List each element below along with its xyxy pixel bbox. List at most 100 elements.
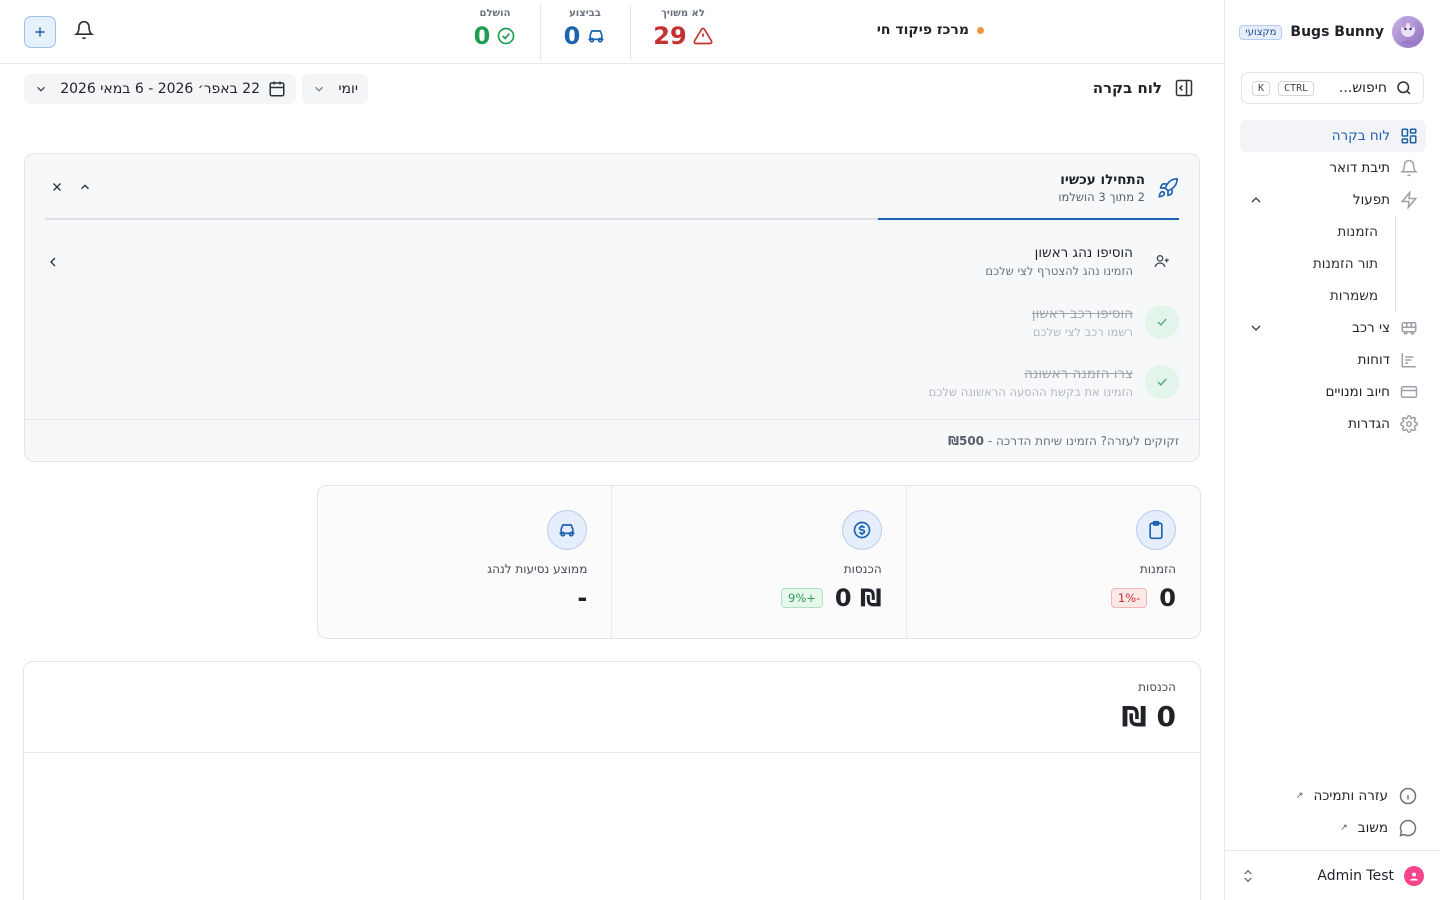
sidebar-footer-links: עזרה ותמיכה ↗ משוב ↗ bbox=[1240, 780, 1426, 844]
chevron-down-icon bbox=[312, 82, 326, 96]
onboarding-progress-fill bbox=[878, 218, 1179, 220]
sidebar-item-inbox[interactable]: תיבת דואר bbox=[1240, 152, 1426, 184]
sidebar-item-billing[interactable]: חיוב ומנויים bbox=[1240, 376, 1426, 408]
kpi-label: הכנסות bbox=[843, 562, 882, 576]
check-icon bbox=[1145, 305, 1179, 339]
external-link-icon: ↗ bbox=[1340, 823, 1348, 833]
period-select[interactable]: יומי bbox=[302, 74, 368, 104]
sidebar-item-dashboard[interactable]: לוח בקרה bbox=[1240, 120, 1426, 152]
step-text: צרו הזמנה ראשונה הזמינו את בקשת ההסעה הר… bbox=[929, 366, 1133, 399]
footer-text: זקוקים לעזרה? הזמינו שיחת הדרכה - bbox=[987, 433, 1179, 448]
bus-icon bbox=[1400, 319, 1418, 337]
kbd-ctrl: CTRL bbox=[1278, 80, 1315, 96]
info-icon bbox=[1398, 786, 1418, 806]
kpi-orders[interactable]: הזמנות 0 -1% bbox=[905, 486, 1200, 638]
step-desc: הזמינו נהג להצטרף לצי שלכם bbox=[985, 263, 1133, 278]
feedback-label: משוב bbox=[1357, 820, 1388, 836]
sidebar-item-label: דוחות bbox=[1357, 352, 1390, 368]
onboarding-step-vehicle: הוסיפו רכב ראשון רשמו רכב לצי שלכם bbox=[1032, 305, 1179, 339]
step-text: הוסיפו נהג ראשון הזמינו נהג להצטרף לצי ש… bbox=[985, 245, 1133, 278]
chevron-down-icon bbox=[34, 82, 48, 96]
search-input[interactable]: חיפוש... CTRL K bbox=[1241, 72, 1424, 104]
credit-card-icon bbox=[1400, 383, 1418, 401]
page-title: לוח בקרה bbox=[1092, 79, 1162, 97]
sidebar-item-fleet[interactable]: צי רכב bbox=[1240, 312, 1426, 344]
kpi-label: הזמנות bbox=[1139, 562, 1176, 576]
user-name: Admin Test bbox=[1317, 867, 1394, 884]
onboarding-card: התחילו עכשיו 2 מתוך 3 הושלמו הוסיפו נהג … bbox=[24, 153, 1200, 462]
add-button[interactable] bbox=[24, 16, 56, 48]
sidebar-toggle-icon[interactable] bbox=[1174, 78, 1194, 98]
chevron-down-icon[interactable] bbox=[1248, 320, 1264, 336]
kpi-value: 0 bbox=[1159, 584, 1176, 612]
bell-icon bbox=[74, 20, 96, 40]
sidebar-item-orders[interactable]: הזמנות bbox=[1240, 216, 1426, 248]
stat-value-row: 0 bbox=[540, 22, 630, 50]
command-center-label: מרכז פיקוד חי bbox=[876, 22, 969, 38]
sidebar-item-label: חיוב ומנויים bbox=[1325, 384, 1390, 400]
onboarding-title: התחילו עכשיו bbox=[1060, 172, 1145, 188]
collapse-button[interactable] bbox=[78, 180, 92, 194]
workspace-switcher[interactable]: Bugs Bunny מקצועי bbox=[1239, 16, 1424, 48]
date-range-picker[interactable]: 22 באפר׳ 2026 - 6 במאי 2026 bbox=[24, 74, 296, 104]
stat-label: לא משויך bbox=[661, 8, 705, 19]
kpi-cards: הזמנות 0 -1% הכנסות ₪ 0 +9% ממוצע נסיעות… bbox=[317, 485, 1201, 639]
chevron-left-icon[interactable] bbox=[45, 254, 61, 270]
close-button[interactable] bbox=[50, 180, 64, 194]
user-menu[interactable]: Admin Test bbox=[1224, 850, 1440, 900]
car-icon bbox=[547, 510, 588, 550]
feedback-link[interactable]: משוב ↗ bbox=[1240, 812, 1426, 844]
stat-in-progress[interactable]: בביצוע 0 bbox=[540, 8, 630, 60]
onboarding-heading: התחילו עכשיו 2 מתוך 3 הושלמו bbox=[1058, 172, 1145, 204]
kpi-value-row: - bbox=[577, 584, 587, 612]
chart-icon bbox=[1400, 351, 1418, 369]
step-text: הוסיפו רכב ראשון רשמו רכב לצי שלכם bbox=[1032, 306, 1133, 339]
dollar-icon bbox=[841, 510, 882, 550]
check-icon bbox=[1145, 365, 1179, 399]
kpi-avg-trips-per-driver[interactable]: ממוצע נסיעות לנהג - bbox=[318, 486, 611, 638]
car-icon bbox=[586, 26, 606, 46]
plus-icon bbox=[32, 24, 48, 40]
kpi-change-badge: -1% bbox=[1110, 588, 1148, 608]
sidebar-item-reports[interactable]: דוחות bbox=[1240, 344, 1426, 376]
onboarding-footer[interactable]: זקוקים לעזרה? הזמינו שיחת הדרכה - ₪500 bbox=[25, 419, 1199, 461]
gear-icon bbox=[1400, 415, 1418, 433]
sidebar-item-orders-queue[interactable]: תור הזמנות bbox=[1240, 248, 1426, 280]
page-header: לוח בקרה bbox=[1093, 78, 1194, 98]
search-icon bbox=[1395, 79, 1413, 97]
sidebar-item-label: תיבת דואר bbox=[1329, 160, 1390, 176]
rocket-icon bbox=[1157, 177, 1179, 199]
revenue-label: הכנסות bbox=[1138, 680, 1176, 694]
sidebar-item-operations[interactable]: תפעול bbox=[1240, 184, 1426, 216]
operations-submenu: הזמנות תור הזמנות משמרות bbox=[1240, 216, 1426, 312]
onboarding-step-driver[interactable]: הוסיפו נהג ראשון הזמינו נהג להצטרף לצי ש… bbox=[985, 244, 1179, 278]
live-command-title: מרכז פיקוד חי bbox=[877, 22, 984, 38]
step-desc: רשמו רכב לצי שלכם bbox=[1032, 324, 1133, 339]
revenue-card: הכנסות ₪ 0 bbox=[23, 661, 1201, 900]
user-plus-icon bbox=[1145, 244, 1179, 278]
stat-completed[interactable]: הושלם 0 bbox=[450, 8, 540, 60]
sidebar-item-shifts[interactable]: משמרות bbox=[1240, 280, 1426, 312]
sidebar: Bugs Bunny מקצועי חיפוש... CTRL K לוח בק… bbox=[1224, 0, 1440, 900]
topbar: לא משויך 29 בביצוע 0 הושלם 0 מרכז פיקוד … bbox=[0, 0, 1224, 64]
sidebar-nav: לוח בקרה תיבת דואר תפעול הזמנות תור הזמנ… bbox=[1240, 120, 1426, 440]
stat-label: הושלם bbox=[479, 8, 511, 19]
search-placeholder: חיפוש... bbox=[1338, 80, 1387, 96]
check-circle-icon bbox=[496, 26, 516, 46]
onboarding-step-order: צרו הזמנה ראשונה הזמינו את בקשת ההסעה הר… bbox=[929, 365, 1179, 399]
date-range-text: 22 באפר׳ 2026 - 6 במאי 2026 bbox=[60, 81, 260, 97]
kpi-value: ₪ 0 bbox=[834, 584, 882, 612]
notifications-button[interactable] bbox=[74, 20, 96, 42]
stat-unassigned[interactable]: לא משויך 29 bbox=[638, 8, 728, 60]
submenu-line bbox=[1395, 216, 1396, 312]
chevron-up-icon[interactable] bbox=[1248, 192, 1264, 208]
sidebar-item-label: לוח בקרה bbox=[1331, 128, 1390, 144]
stat-value: 29 bbox=[653, 22, 687, 50]
kpi-revenue[interactable]: הכנסות ₪ 0 +9% bbox=[611, 486, 905, 638]
help-support-label: עזרה ותמיכה bbox=[1313, 788, 1388, 804]
sidebar-item-settings[interactable]: הגדרות bbox=[1240, 408, 1426, 440]
help-support-link[interactable]: עזרה ותמיכה ↗ bbox=[1240, 780, 1426, 812]
stat-value-row: 0 bbox=[450, 22, 540, 50]
live-status-dot bbox=[977, 26, 984, 34]
period-value: יומי bbox=[338, 81, 358, 97]
